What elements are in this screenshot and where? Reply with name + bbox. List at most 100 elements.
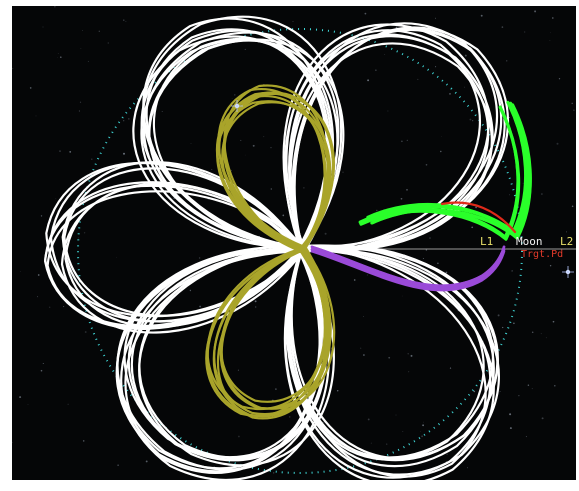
star	[254, 300, 257, 303]
star	[12, 67, 14, 70]
star	[238, 435, 240, 438]
star	[395, 414, 397, 416]
star	[367, 79, 370, 82]
star	[366, 274, 369, 276]
star	[502, 326, 504, 329]
star	[27, 404, 29, 405]
star	[98, 30, 100, 32]
star	[57, 52, 59, 54]
star	[511, 270, 513, 272]
star	[556, 142, 559, 145]
l2-label[interactable]: L2	[560, 236, 573, 248]
star	[445, 271, 448, 274]
star	[234, 94, 236, 96]
star	[400, 197, 403, 200]
star	[475, 206, 478, 209]
star	[388, 356, 391, 359]
star	[518, 395, 520, 397]
star	[527, 384, 530, 387]
star	[87, 60, 89, 63]
moon-label[interactable]: Moon	[516, 236, 543, 248]
star	[506, 60, 508, 62]
star	[42, 26, 44, 28]
star	[367, 418, 370, 421]
star	[80, 47, 82, 49]
star	[145, 460, 148, 463]
star	[231, 98, 233, 99]
star	[270, 188, 272, 190]
star	[469, 118, 472, 121]
star	[324, 232, 327, 235]
star	[531, 331, 534, 334]
star	[376, 209, 378, 212]
star	[342, 171, 344, 173]
star	[410, 354, 413, 357]
star	[199, 305, 202, 308]
star	[189, 289, 192, 292]
star	[123, 152, 125, 155]
star	[384, 53, 386, 55]
star	[531, 388, 533, 390]
star	[509, 413, 512, 416]
star	[408, 371, 410, 373]
star	[211, 168, 213, 170]
star	[83, 232, 86, 234]
star	[540, 333, 542, 335]
star	[40, 215, 43, 217]
star	[558, 78, 561, 80]
star	[107, 42, 109, 44]
star	[387, 110, 389, 112]
star	[554, 384, 556, 387]
star	[353, 279, 356, 281]
star	[252, 144, 255, 147]
star	[230, 170, 233, 172]
star	[419, 264, 421, 266]
star	[59, 56, 62, 59]
star	[244, 48, 246, 50]
star	[240, 139, 242, 141]
star	[449, 93, 451, 95]
star	[497, 314, 500, 317]
star	[282, 214, 285, 217]
star	[549, 39, 551, 41]
trajectory-view[interactable]: L1 Moon L2 Trgt.Pd	[12, 6, 576, 480]
star	[421, 435, 423, 438]
star	[117, 464, 119, 466]
l1-label[interactable]: L1	[480, 236, 493, 248]
star	[78, 237, 80, 239]
star	[467, 467, 468, 469]
star	[524, 31, 526, 33]
star	[472, 120, 474, 122]
star	[550, 32, 551, 34]
star	[35, 115, 37, 117]
target-label[interactable]: Trgt.Pd	[521, 249, 563, 261]
star	[237, 369, 239, 371]
star	[459, 421, 461, 423]
star	[190, 143, 192, 144]
star	[84, 331, 87, 333]
star	[513, 322, 515, 325]
star	[29, 87, 32, 89]
star	[464, 86, 466, 88]
star-icon	[562, 266, 574, 278]
star	[360, 347, 362, 349]
star	[406, 189, 408, 191]
star	[386, 443, 388, 445]
star	[67, 403, 69, 405]
star	[336, 390, 339, 392]
star	[290, 63, 292, 65]
star	[375, 69, 377, 71]
star	[273, 472, 275, 474]
star	[435, 66, 437, 68]
star	[401, 295, 403, 297]
star	[292, 21, 294, 22]
star	[59, 150, 61, 152]
star	[127, 118, 130, 120]
star	[339, 456, 341, 458]
star	[19, 271, 21, 272]
star	[37, 274, 40, 276]
star	[464, 54, 467, 57]
star	[501, 26, 504, 28]
star	[263, 136, 265, 138]
star	[352, 453, 354, 455]
